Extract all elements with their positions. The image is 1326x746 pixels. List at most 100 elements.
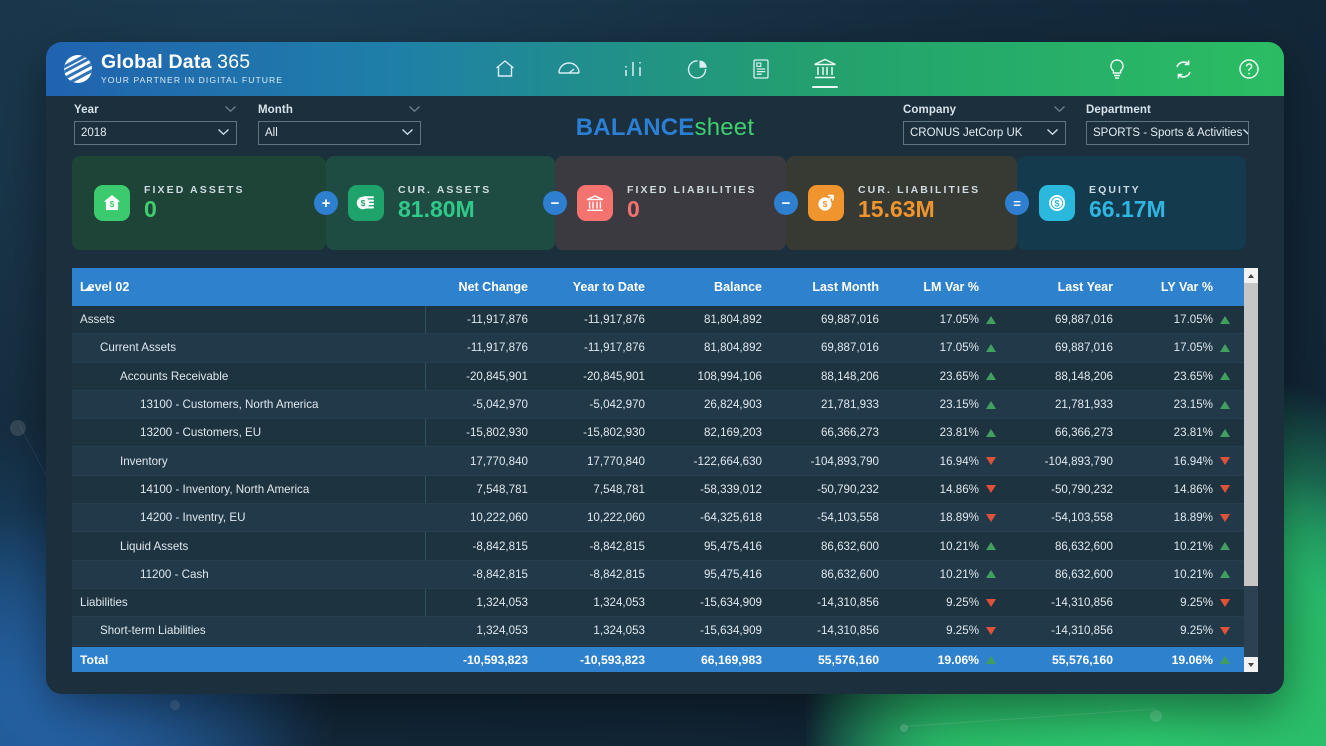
house-dollar-icon: $: [94, 185, 130, 221]
month-filter[interactable]: Month All: [258, 104, 421, 145]
total-balance: 66,169,983: [659, 653, 776, 667]
row-ly-var-value: 10.21%: [1174, 540, 1213, 553]
table-row[interactable]: Current Assets-11,917,876-11,917,87681,8…: [72, 334, 1244, 362]
trend-down-icon: [1220, 514, 1230, 522]
trend-up-icon: [1220, 344, 1230, 352]
kpi-card-fixed-liabilities[interactable]: FIXED LIABILITIES 0: [555, 156, 786, 250]
kpi-value: 0: [144, 197, 245, 222]
column-header-level02[interactable]: Level 02: [72, 280, 425, 294]
company-select[interactable]: CRONUS JetCorp UK: [903, 121, 1066, 145]
row-ly-var-value: 17.05%: [1174, 313, 1213, 326]
row-label: Liabilities: [72, 596, 425, 609]
row-year-to-date: -20,845,901: [542, 370, 659, 383]
kpi-card-fixed-assets[interactable]: $ FIXED ASSETS 0: [72, 156, 326, 250]
table-row[interactable]: Liquid Assets-8,842,815-8,842,81595,475,…: [72, 532, 1244, 560]
row-ly-var-value: 10.21%: [1174, 568, 1213, 581]
sort-ascending-icon: [84, 286, 94, 291]
row-lm-var-value: 23.65%: [940, 370, 979, 383]
column-header-ly-var[interactable]: LY Var %: [1127, 280, 1244, 294]
brand-logo[interactable]: Global Data 365 YOUR PARTNER IN DIGITAL …: [46, 53, 283, 84]
department-filter[interactable]: Department SPORTS - Sports & Activities: [1086, 104, 1249, 145]
table-row[interactable]: 11200 - Cash-8,842,815-8,842,81595,475,4…: [72, 561, 1244, 589]
row-lm-var-value: 18.89%: [940, 511, 979, 524]
row-label: 14200 - Inventry, EU: [72, 511, 425, 524]
home-icon[interactable]: [490, 54, 520, 84]
column-header-balance[interactable]: Balance: [659, 280, 776, 294]
row-year-to-date: -15,802,930: [542, 426, 659, 439]
operator-equals: =: [1005, 191, 1029, 215]
trend-up-icon: [1220, 316, 1230, 324]
table-row[interactable]: Liabilities1,324,0531,324,053-15,634,909…: [72, 589, 1244, 617]
refresh-icon[interactable]: [1168, 54, 1198, 84]
row-last-year: -14,310,856: [1010, 596, 1127, 609]
scroll-up-button[interactable]: [1244, 268, 1258, 283]
company-value: CRONUS JetCorp UK: [910, 127, 1022, 139]
column-header-last-month[interactable]: Last Month: [776, 280, 893, 294]
help-icon[interactable]: [1234, 54, 1264, 84]
table-row[interactable]: Short-term Liabilities1,324,0531,324,053…: [72, 617, 1244, 645]
total-net-change: -10,593,823: [425, 653, 542, 667]
report-icon[interactable]: [746, 54, 776, 84]
row-balance: -122,664,630: [659, 455, 776, 468]
trend-up-icon: [986, 429, 996, 437]
page-title: BALANCEsheet: [576, 114, 754, 142]
table-row[interactable]: 13200 - Customers, EU-15,802,930-15,802,…: [72, 419, 1244, 447]
row-ly-var-value: 9.25%: [1180, 596, 1213, 609]
total-lm-var: 19.06%: [893, 653, 1010, 667]
scroll-down-button[interactable]: [1244, 657, 1258, 672]
trend-up-icon: [986, 401, 996, 409]
column-header-year-to-date[interactable]: Year to Date: [542, 280, 659, 294]
row-last-year: -14,310,856: [1010, 624, 1127, 637]
month-select[interactable]: All: [258, 121, 421, 145]
total-ly-var: 19.06%: [1127, 653, 1244, 667]
row-balance: 26,824,903: [659, 398, 776, 411]
scrollbar-thumb[interactable]: [1244, 283, 1258, 586]
table-row[interactable]: Assets-11,917,876-11,917,87681,804,89269…: [72, 306, 1244, 334]
bank-icon[interactable]: [810, 54, 840, 84]
row-label: Assets: [72, 313, 425, 326]
year-filter[interactable]: Year 2018: [74, 104, 237, 145]
table-row[interactable]: Inventory17,770,84017,770,840-122,664,63…: [72, 447, 1244, 475]
year-filter-label: Year: [74, 104, 237, 116]
table-scrollbar[interactable]: [1244, 268, 1258, 672]
row-balance: 81,804,892: [659, 341, 776, 354]
row-lm-var: 23.81%: [893, 426, 1010, 439]
column-header-net-change[interactable]: Net Change: [425, 280, 542, 294]
row-last-month: 66,366,273: [776, 426, 893, 439]
scrollbar-track[interactable]: [1244, 283, 1258, 657]
row-ly-var-value: 23.81%: [1174, 426, 1213, 439]
lightbulb-icon[interactable]: [1102, 54, 1132, 84]
kpi-card-current-liabilities[interactable]: $ CUR. LIABILITIES 15.63M: [786, 156, 1017, 250]
trend-up-icon: [986, 344, 996, 352]
department-select[interactable]: SPORTS - Sports & Activities: [1086, 121, 1249, 145]
gauge-icon[interactable]: [554, 54, 584, 84]
row-lm-var: 9.25%: [893, 624, 1010, 637]
row-label: 14100 - Inventory, North America: [72, 483, 425, 496]
table-row[interactable]: 14100 - Inventory, North America7,548,78…: [72, 476, 1244, 504]
company-filter[interactable]: Company CRONUS JetCorp UK: [903, 104, 1066, 145]
department-filter-label: Department: [1086, 104, 1249, 116]
row-label: Short-term Liabilities: [72, 624, 425, 637]
pie-chart-icon[interactable]: [682, 54, 712, 84]
row-lm-var: 23.65%: [893, 370, 1010, 383]
total-last-year: 55,576,160: [1010, 653, 1127, 667]
row-lm-var: 18.89%: [893, 511, 1010, 524]
year-select[interactable]: 2018: [74, 121, 237, 145]
row-ly-var: 9.25%: [1127, 596, 1244, 609]
row-label: Liquid Assets: [72, 540, 425, 553]
row-balance: 82,169,203: [659, 426, 776, 439]
column-header-last-year[interactable]: Last Year: [1010, 280, 1127, 294]
kpi-card-equity[interactable]: $ EQUITY 66.17M: [1017, 156, 1246, 250]
kpi-card-current-assets[interactable]: $ CUR. ASSETS 81.80M: [326, 156, 555, 250]
column-header-lm-var[interactable]: LM Var %: [893, 280, 1010, 294]
row-balance: -15,634,909: [659, 596, 776, 609]
table-row[interactable]: 13100 - Customers, North America-5,042,9…: [72, 391, 1244, 419]
row-year-to-date: 10,222,060: [542, 511, 659, 524]
row-lm-var-value: 17.05%: [940, 313, 979, 326]
row-year-to-date: -8,842,815: [542, 568, 659, 581]
bar-chart-icon[interactable]: [618, 54, 648, 84]
table-row[interactable]: 14200 - Inventry, EU10,222,06010,222,060…: [72, 504, 1244, 532]
table-row[interactable]: Accounts Receivable-20,845,901-20,845,90…: [72, 363, 1244, 391]
year-value: 2018: [81, 127, 107, 139]
row-balance: -64,325,618: [659, 511, 776, 524]
